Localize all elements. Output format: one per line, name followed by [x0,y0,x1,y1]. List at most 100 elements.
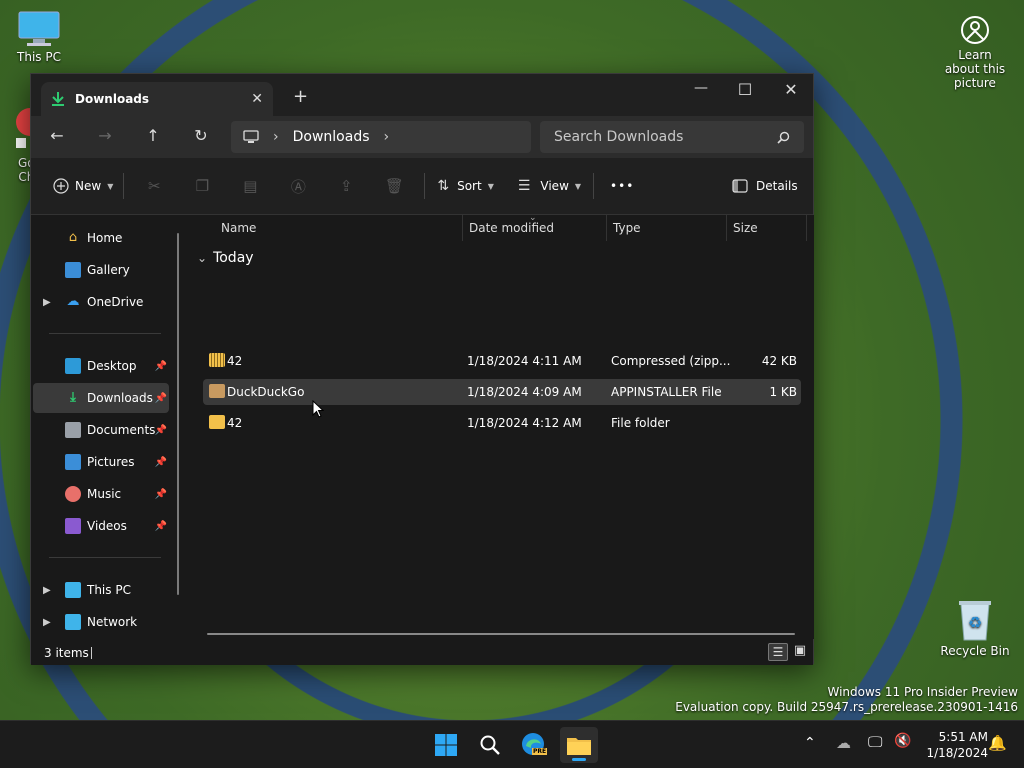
up-button[interactable]: ↑ [139,126,167,145]
sidebar-item-documents[interactable]: Documents 📌 [33,415,169,445]
search-button[interactable] [474,729,506,761]
sort-label: Sort [457,179,482,193]
desktop-icon-chrome-partial[interactable]: Go Ch [14,108,35,184]
file-row[interactable]: DuckDuckGo 1/18/2024 4:09 AM APPINSTALLE… [203,379,801,405]
breadcrumb-downloads[interactable]: Downloads [293,129,370,145]
notification-bell-icon[interactable]: 🔔 [988,734,1007,752]
column-header-type[interactable]: Type [613,221,641,235]
column-divider[interactable] [806,215,807,241]
column-divider[interactable] [606,215,607,241]
desktop-icon-recycle-bin[interactable]: ♻ Recycle Bin [940,598,1010,658]
delete-button[interactable]: 🗑 [370,170,418,202]
clock[interactable]: 5:51 AM 1/18/2024 [922,729,988,761]
search-input[interactable]: Search Downloads [554,129,683,145]
chevron-right-icon[interactable]: ▶ [43,297,51,308]
navigation-pane: ⌂ Home Gallery ▶ ☁ OneDrive Desktop 📌 ⤓ … [31,215,189,639]
clock-time: 5:51 AM [938,730,988,744]
clipboard-icon: ▤ [243,177,258,195]
desktop-icon [65,358,81,374]
tab-close-button[interactable]: ✕ [251,91,263,107]
pin-icon: 📌 [154,360,167,372]
new-button[interactable]: New ▼ [49,170,117,202]
more-options-button[interactable]: ••• [606,170,638,202]
back-button[interactable]: ← [43,126,71,145]
column-divider[interactable] [726,215,727,241]
network-icon[interactable]: 🖵 [868,733,882,751]
edge-button[interactable]: PRE [518,729,550,761]
watermark-line2: Evaluation copy. Build 25947.rs_prerelea… [675,700,1018,714]
divider [424,173,426,199]
sidebar-item-label: Music [87,487,122,501]
onedrive-offline-icon[interactable]: ☁ [836,734,851,752]
forward-button[interactable]: → [91,126,119,145]
tiles-view-toggle[interactable]: ▣ [791,643,809,661]
sidebar-item-desktop[interactable]: Desktop 📌 [33,351,169,381]
rename-button[interactable]: Ⓐ [274,170,322,202]
horizontal-scrollbar[interactable] [207,633,795,635]
new-label: New [75,179,102,193]
file-explorer-window: Downloads ✕ + — ☐ ✕ ← → ↑ ↻ › Downloads … [30,73,814,665]
chevron-right-icon[interactable]: ▶ [43,585,51,596]
file-list: Name Date modified ⌄ Type Size ⌄ Today 4… [189,213,814,639]
cloud-icon: ☁ [66,294,80,309]
sort-button[interactable]: ⇅ Sort ▼ [433,170,498,202]
sidebar-item-downloads[interactable]: ⤓ Downloads 📌 [33,383,169,413]
taskbar: PRE ⌃ ☁ 🖵 🔇 5:51 AM 1/18/2024 🔔 [0,720,1024,768]
column-header-name[interactable]: Name [221,221,256,235]
sidebar-item-label: Home [87,231,123,245]
column-header-size[interactable]: Size [733,221,758,235]
search-box[interactable]: Search Downloads [540,121,804,153]
sidebar-item-music[interactable]: Music 📌 [33,479,169,509]
cut-button[interactable]: ✂ [130,170,178,202]
sidebar-item-this-pc[interactable]: ▶ This PC [33,575,169,605]
gallery-icon [65,262,81,278]
column-divider[interactable] [462,215,463,241]
details-label: Details [756,179,798,193]
details-view-toggle[interactable]: ☰ [768,643,788,661]
title-bar[interactable]: Downloads ✕ + — ☐ ✕ [31,74,813,116]
show-hidden-icons-button[interactable]: ⌃ [804,735,816,751]
sidebar-item-pictures[interactable]: Pictures 📌 [33,447,169,477]
maximize-button[interactable]: ☐ [722,80,768,99]
minimize-button[interactable]: — [678,80,724,96]
address-bar[interactable]: › Downloads › [231,121,531,153]
more-icon: ••• [610,179,635,193]
breadcrumb-separator[interactable]: › [273,129,279,145]
close-button[interactable]: ✕ [768,80,814,99]
sidebar-item-home[interactable]: ⌂ Home [33,223,169,253]
column-header-date[interactable]: Date modified [469,221,554,235]
navigation-bar: ← → ↑ ↻ › Downloads › Search Downloads [31,116,813,158]
file-row[interactable]: 42 1/18/2024 4:12 AM File folder [203,410,801,436]
sidebar-item-videos[interactable]: Videos 📌 [33,511,169,541]
windows-logo-icon [435,734,457,756]
sidebar-scrollbar[interactable] [177,233,179,595]
volume-muted-icon[interactable]: 🔇 [894,733,911,749]
learn-label: Learn about this picture [944,48,1006,90]
file-name: 42 [227,354,243,368]
breadcrumb-separator[interactable]: › [384,129,390,145]
share-button[interactable]: ⇪ [322,170,370,202]
paste-button[interactable]: ▤ [226,170,274,202]
file-name: 42 [227,416,243,430]
sidebar-item-onedrive[interactable]: ▶ ☁ OneDrive [33,287,169,317]
group-header-today[interactable]: ⌄ Today [197,250,254,266]
new-tab-button[interactable]: + [293,86,308,107]
desktop-icon-this-pc[interactable]: This PC [14,10,64,64]
file-size: 42 KB [761,354,797,368]
chevron-down-icon[interactable]: ⌄ [197,251,207,265]
sidebar-item-gallery[interactable]: Gallery [33,255,169,285]
folder-icon [209,415,225,429]
watermark-line1: Windows 11 Pro Insider Preview [827,685,1018,699]
file-row[interactable]: 42 1/18/2024 4:11 AM Compressed (zipp...… [203,348,801,374]
file-explorer-taskbar-button[interactable] [560,727,598,763]
tab-label: Downloads [75,92,150,106]
tab-downloads[interactable]: Downloads ✕ [41,82,273,116]
view-button[interactable]: ☰ View ▼ [514,170,585,202]
learn-about-picture[interactable]: Learn about this picture [940,14,1010,90]
sidebar-item-network[interactable]: ▶ Network [33,607,169,637]
details-button[interactable]: Details [728,170,802,202]
start-button[interactable] [430,729,462,761]
chevron-right-icon[interactable]: ▶ [43,617,51,628]
refresh-button[interactable]: ↻ [187,126,215,145]
copy-button[interactable]: ❐ [178,170,226,202]
